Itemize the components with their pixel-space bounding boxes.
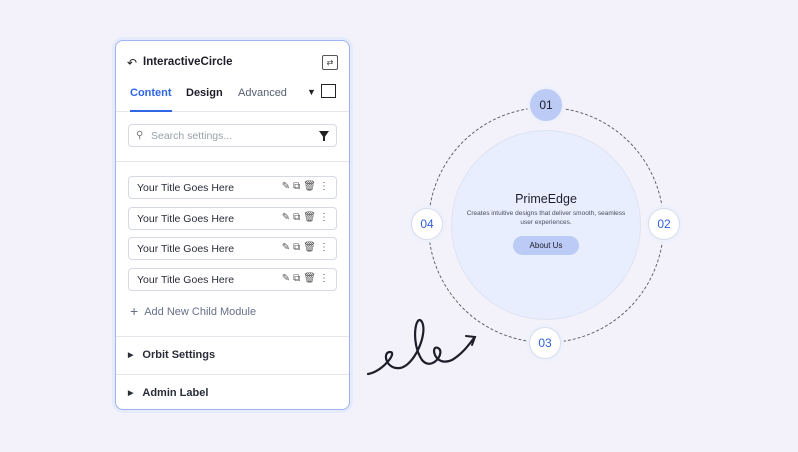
settings-panel: ↶ InteractiveCircle ⇄ Content Design Adv… — [115, 40, 350, 410]
edit-icon[interactable]: ✎ — [282, 273, 293, 284]
divider — [116, 161, 349, 162]
responsive-view-icon[interactable] — [321, 84, 336, 98]
tab-bar: Content Design Advanced ▼ — [116, 84, 349, 112]
child-module-item[interactable]: Your Title Goes Here ✎⧉🗑⋮ — [128, 176, 337, 199]
caret-down-icon[interactable]: ▼ — [307, 87, 316, 97]
add-child-label: Add New Child Module — [144, 306, 257, 318]
edit-icon[interactable]: ✎ — [282, 181, 293, 192]
caret-right-icon: ▶ — [128, 352, 134, 359]
edit-icon[interactable]: ✎ — [282, 242, 293, 253]
filter-icon[interactable] — [319, 131, 329, 141]
tab-content[interactable]: Content — [130, 85, 172, 112]
back-arrow-icon[interactable]: ↶ — [127, 56, 137, 70]
trash-icon[interactable]: 🗑 — [303, 212, 319, 223]
search-input[interactable]: Search settings... — [151, 130, 232, 142]
section-label: Orbit Settings — [142, 349, 216, 361]
search-settings-field[interactable]: ⚲ Search settings... — [128, 124, 337, 147]
section-orbit-settings[interactable]: ▶ Orbit Settings — [128, 349, 215, 361]
child-module-item[interactable]: Your Title Goes Here ✎⧉🗑⋮ — [128, 268, 337, 291]
add-child-module-button[interactable]: + Add New Child Module — [130, 303, 256, 319]
edit-icon[interactable]: ✎ — [282, 212, 293, 223]
item-actions: ✎⧉🗑⋮ — [282, 273, 332, 284]
trash-icon[interactable]: 🗑 — [303, 273, 319, 284]
trash-icon[interactable]: 🗑 — [303, 181, 319, 192]
more-icon[interactable]: ⋮ — [319, 181, 332, 192]
tab-design[interactable]: Design — [186, 85, 223, 110]
child-module-label: Your Title Goes Here — [137, 182, 235, 194]
orbit-node-03[interactable]: 03 — [529, 327, 561, 359]
panel-title: InteractiveCircle — [143, 56, 233, 68]
plus-icon: + — [130, 303, 139, 319]
section-label: Admin Label — [142, 387, 209, 399]
duplicate-icon[interactable]: ⧉ — [293, 212, 303, 223]
duplicate-icon[interactable]: ⧉ — [293, 242, 303, 253]
panel-header: ↶ InteractiveCircle ⇄ — [116, 41, 349, 85]
tab-advanced[interactable]: Advanced — [238, 85, 287, 110]
child-module-label: Your Title Goes Here — [137, 243, 235, 255]
layout-toggle-icon[interactable]: ⇄ — [322, 55, 338, 70]
item-actions: ✎⧉🗑⋮ — [282, 181, 332, 192]
divider — [116, 336, 349, 337]
caret-right-icon: ▶ — [128, 390, 134, 397]
section-admin-label[interactable]: ▶ Admin Label — [128, 387, 208, 399]
duplicate-icon[interactable]: ⧉ — [293, 273, 303, 284]
more-icon[interactable]: ⋮ — [319, 242, 332, 253]
orbit-node-01[interactable]: 01 — [530, 89, 562, 121]
item-actions: ✎⧉🗑⋮ — [282, 242, 332, 253]
more-icon[interactable]: ⋮ — [319, 212, 332, 223]
divider — [116, 374, 349, 375]
about-us-button[interactable]: About Us — [513, 236, 579, 255]
squiggle-arrow-icon — [366, 318, 477, 376]
item-actions: ✎⧉🗑⋮ — [282, 212, 332, 223]
child-module-label: Your Title Goes Here — [137, 213, 235, 225]
child-module-item[interactable]: Your Title Goes Here ✎⧉🗑⋮ — [128, 237, 337, 260]
center-description: Creates intuitive designs that deliver s… — [466, 210, 626, 226]
duplicate-icon[interactable]: ⧉ — [293, 181, 303, 192]
orbit-node-02[interactable]: 02 — [648, 208, 680, 240]
search-icon: ⚲ — [136, 130, 144, 141]
orbit-center-card: PrimeEdge Creates intuitive designs that… — [451, 130, 641, 320]
trash-icon[interactable]: 🗑 — [303, 242, 319, 253]
center-title: PrimeEdge — [515, 192, 577, 206]
child-module-item[interactable]: Your Title Goes Here ✎⧉🗑⋮ — [128, 207, 337, 230]
child-module-label: Your Title Goes Here — [137, 274, 235, 286]
more-icon[interactable]: ⋮ — [319, 273, 332, 284]
orbit-node-04[interactable]: 04 — [411, 208, 443, 240]
